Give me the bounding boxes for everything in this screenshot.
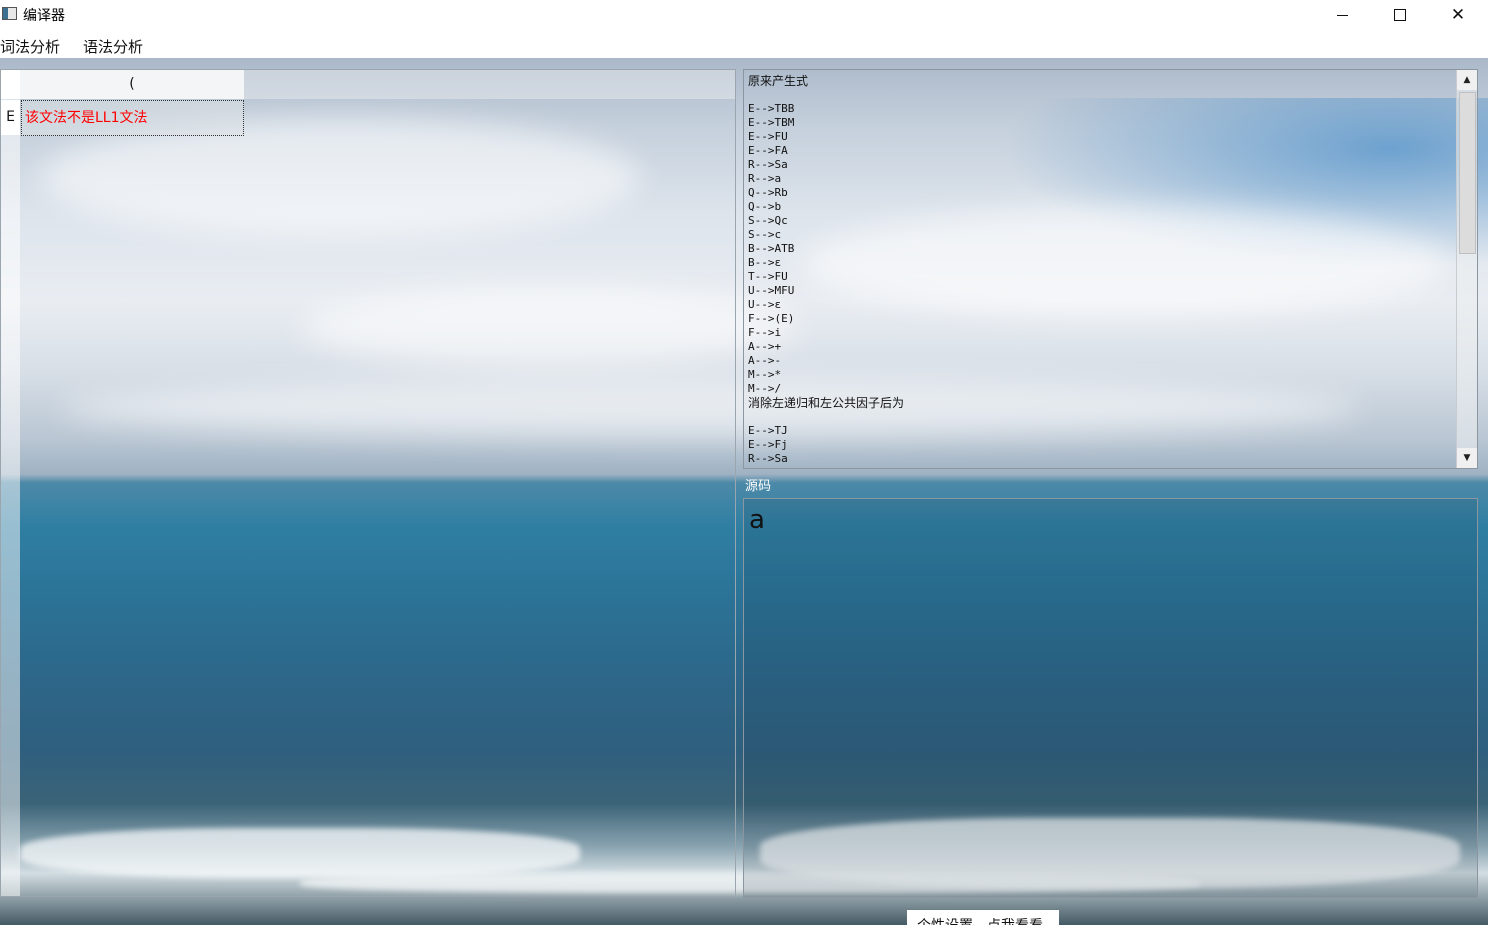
production-line: S-->c (748, 228, 782, 241)
scroll-up-button[interactable]: ▲ (1457, 70, 1477, 90)
close-icon: ✕ (1450, 5, 1466, 25)
app-window-icon (2, 7, 17, 20)
parse-table[interactable]: ( E 该文法不是LL1文法 (0, 69, 736, 897)
scroll-thumb[interactable] (1459, 92, 1476, 254)
original-productions-heading: 原来产生式 (748, 74, 809, 88)
production-line: M-->* (748, 368, 782, 381)
production-line: F-->(E) (748, 312, 795, 325)
production-line: Q-->b (748, 200, 782, 213)
production-line: U-->ε (748, 298, 782, 311)
minimize-icon (1336, 14, 1348, 16)
maximize-icon (1394, 9, 1406, 21)
minimize-button[interactable] (1313, 0, 1371, 30)
production-line: E-->TBM (748, 116, 795, 129)
source-label: 源码 (745, 479, 772, 494)
scroll-down-button[interactable]: ▼ (1457, 448, 1477, 468)
productions-scrollbar[interactable]: ▲ ▼ (1456, 70, 1477, 468)
production-line: F-->i (748, 326, 782, 339)
production-line: R-->Sa (748, 452, 788, 465)
personalize-settings-label: 个性设置，点我看看 (917, 915, 1043, 925)
production-line: A-->- (748, 354, 782, 367)
production-line: R-->Sa (748, 158, 788, 171)
window-title: 编译器 (23, 8, 65, 24)
transformed-productions-heading: 消除左递归和左公共因子后为 (748, 396, 905, 410)
production-line: E-->TJ (748, 424, 788, 437)
table-cell[interactable]: 该文法不是LL1文法 (21, 100, 244, 136)
production-line: E-->TBB (748, 102, 795, 115)
triangle-down-icon: ▼ (1463, 453, 1471, 463)
production-line: Q-->Rb (748, 186, 788, 199)
column-header: ( (20, 70, 244, 99)
production-line: E-->FA (748, 144, 788, 157)
production-line: B-->ATB (748, 242, 795, 255)
source-editor[interactable]: a (743, 498, 1478, 898)
menu-syntax-analysis[interactable]: 语法分析 (83, 36, 143, 57)
productions-text: 原来产生式 E-->TBB E-->TBM E-->FU E-->FA R-->Sa R-… (748, 74, 904, 466)
maximize-button[interactable] (1371, 0, 1429, 30)
production-line: U-->MFU (748, 284, 795, 297)
row-header: E (1, 100, 20, 135)
production-line: T-->FU (748, 270, 788, 283)
title-bar: 编译器 ✕ (0, 0, 1492, 30)
menu-lexical-analysis[interactable]: 词法分析 (0, 36, 60, 57)
productions-textbox[interactable]: 原来产生式 E-->TBB E-->TBM E-->FU E-->FA R-->Sa R-… (743, 69, 1478, 469)
triangle-up-icon: ▲ (1463, 75, 1471, 85)
production-line: R-->a (748, 172, 782, 185)
personalize-settings-button[interactable]: 个性设置，点我看看 (907, 910, 1059, 925)
production-line: E-->FU (748, 130, 788, 143)
production-line: B-->ε (748, 256, 782, 269)
production-line: M-->/ (748, 382, 782, 395)
production-line: E-->Fj (748, 438, 788, 451)
production-line: S-->Qc (748, 214, 788, 227)
source-code-text: a (749, 505, 765, 535)
menu-bar: 词法分析 语法分析 (0, 30, 1492, 58)
production-line: A-->+ (748, 340, 782, 353)
table-corner (1, 70, 20, 99)
close-button[interactable]: ✕ (1429, 0, 1487, 30)
